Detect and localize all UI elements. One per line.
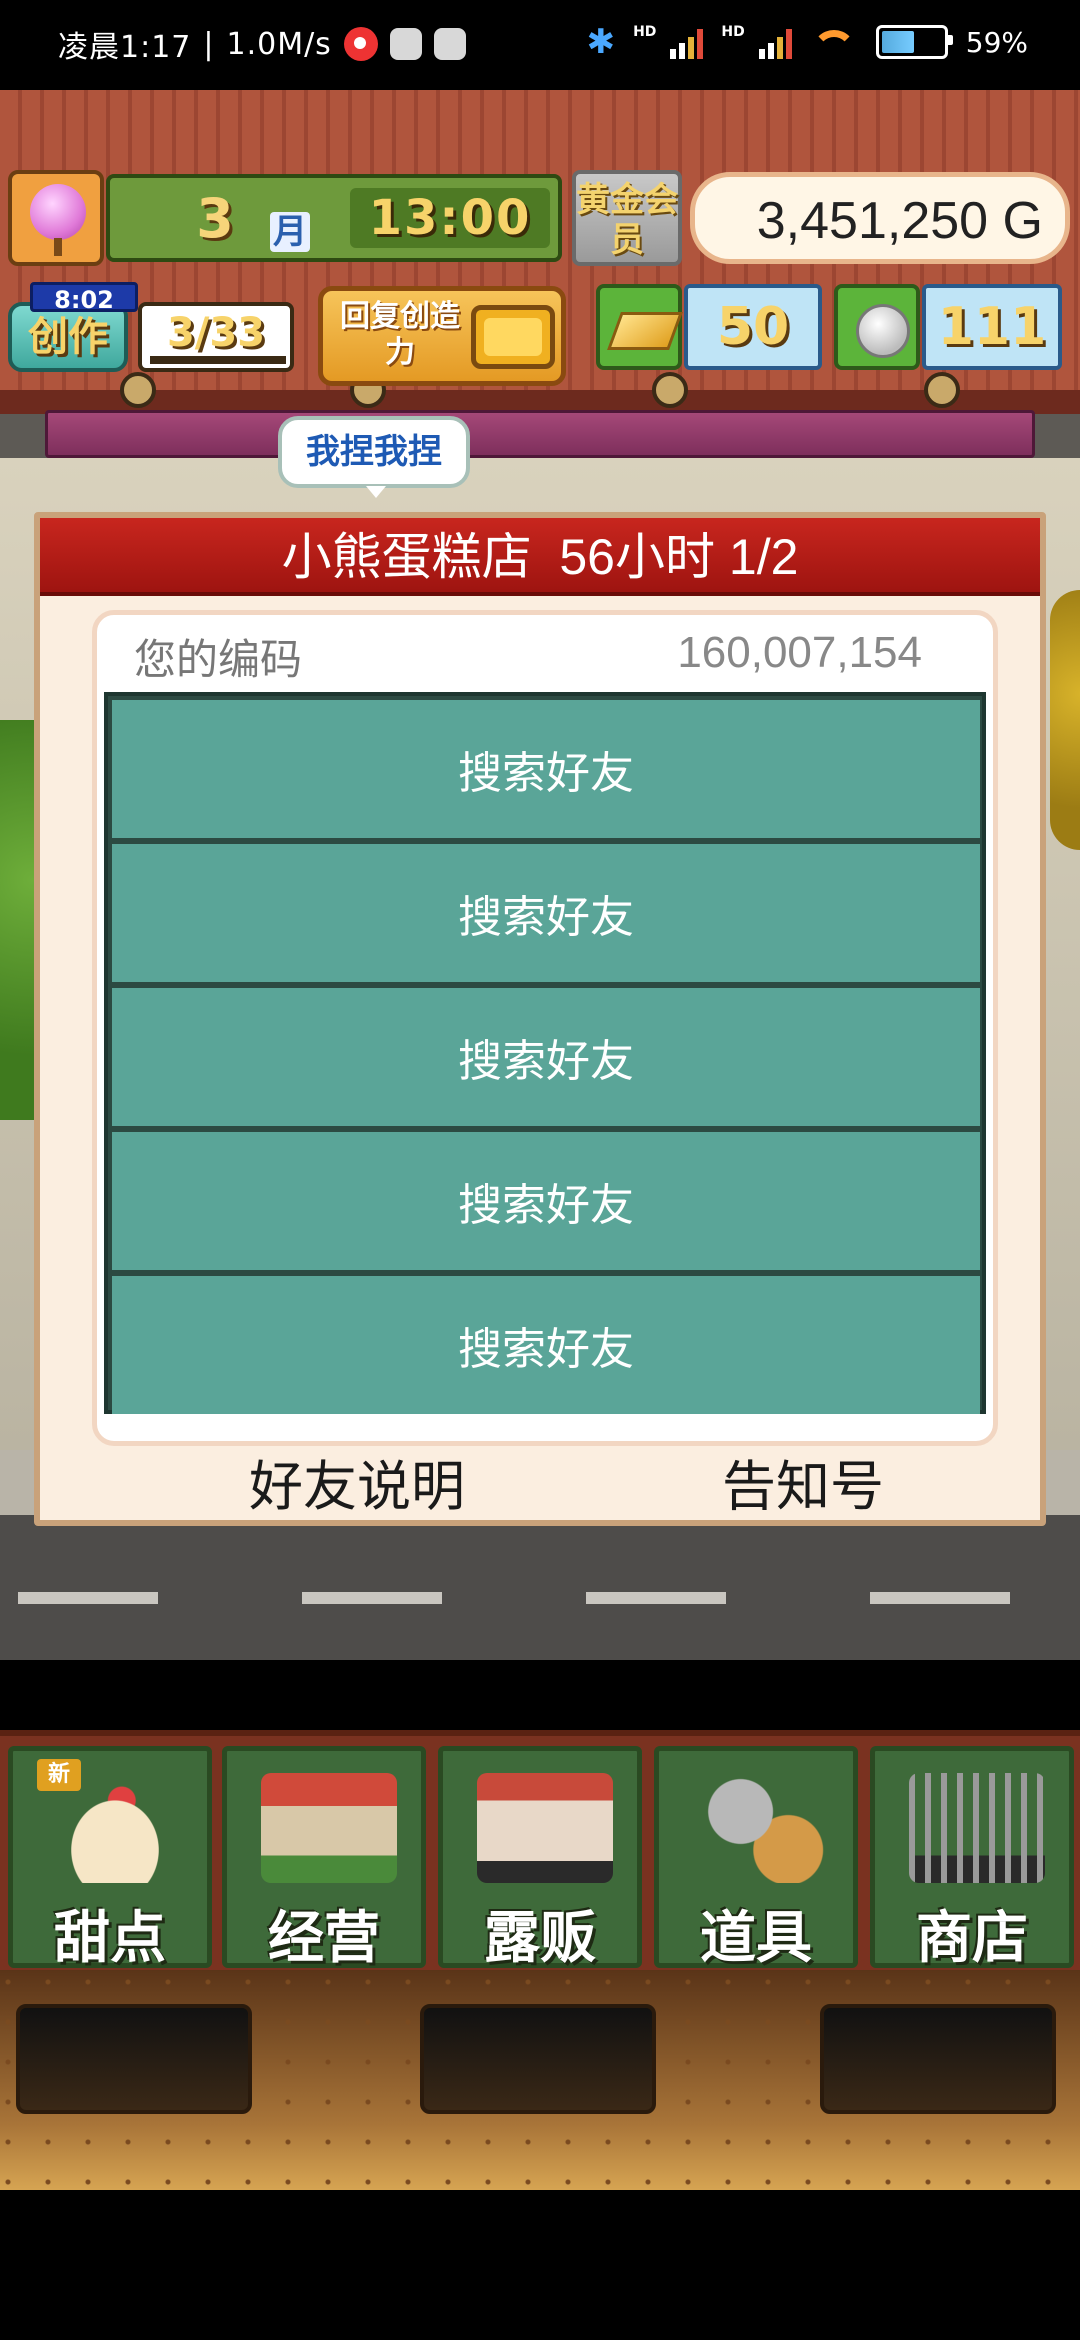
search-friend-label: 搜索好友 (458, 1180, 634, 1231)
gold-member-button[interactable]: 黄金会员 (572, 170, 682, 266)
create-timer: 8:02 (30, 282, 138, 314)
app-notification-icon (389, 28, 422, 60)
bluetooth-icon: ✱ (586, 22, 616, 62)
restore-creativity-button[interactable]: 回复创造力 (318, 286, 566, 386)
gold-bar-icon (607, 312, 683, 350)
status-right: ✱ HD HD 59% (587, 22, 1028, 62)
coin-count: 111 (922, 284, 1062, 370)
shop-awning (45, 410, 1035, 458)
lower-wood-panel (0, 1970, 1080, 2190)
road-line (18, 1592, 158, 1604)
avatar-button[interactable] (8, 170, 104, 266)
search-friend-button[interactable]: 搜索好友 (112, 988, 980, 1126)
dialog-header: 小熊蛋糕店 56小时 1/2 (40, 518, 1040, 596)
nav-store[interactable]: 商店 (870, 1746, 1074, 1971)
search-friend-button[interactable]: 搜索好友 (112, 1276, 980, 1414)
friend-list: 搜索好友 搜索好友 搜索好友 搜索好友 搜索好友 (104, 692, 986, 1414)
restore-label: 回复创造力 (340, 299, 460, 370)
nav-management[interactable]: 经营 (222, 1746, 426, 1971)
search-friend-button[interactable]: 搜索好友 (112, 844, 980, 982)
empty-slot[interactable] (820, 2004, 1056, 2114)
alarm-icon (343, 27, 378, 61)
gear-and-bag-icon (693, 1773, 829, 1883)
create-count-box: 3/33 (138, 302, 294, 372)
search-friend-button[interactable]: 搜索好友 (112, 700, 980, 838)
user-code-value: 160,007,154 (677, 628, 922, 677)
lamp-icon (120, 372, 156, 408)
search-friend-label: 搜索好友 (458, 1036, 634, 1087)
nav-label: 商店 (916, 1906, 1028, 1971)
signal-icon-1 (670, 25, 704, 59)
lamp-icon (652, 372, 688, 408)
game-clock: 13:00 (350, 188, 550, 248)
nav-items[interactable]: 道具 (654, 1746, 858, 1971)
nav-label: 道具 (700, 1906, 812, 1971)
notice-number-button[interactable]: 告知号 (658, 1442, 948, 1521)
date-time-panel: 3 月 13:00 (106, 174, 562, 262)
app-notification-icon-2 (433, 28, 466, 60)
tree-right (1050, 590, 1080, 850)
status-bar: 凌晨1:17 | 1.0M/s ✱ HD HD 59% (0, 0, 1080, 90)
hd-label-2: HD (721, 24, 745, 40)
silver-coin-icon (856, 304, 910, 358)
lamp-icon (924, 372, 960, 408)
empty-slot[interactable] (16, 2004, 252, 2114)
nav-label: 甜点 (54, 1906, 166, 1971)
nav-stall[interactable]: 露贩 (438, 1746, 642, 1971)
friends-dialog: 小熊蛋糕店 56小时 1/2 您的编码 160,007,154 搜索好友 搜索好… (34, 512, 1046, 1526)
month-label: 月 (270, 212, 310, 252)
battery-icon (875, 25, 953, 59)
search-friend-label: 搜索好友 (458, 1324, 634, 1375)
money-value: 3,451,250 G (756, 192, 1043, 250)
status-time: 凌晨1:17 (58, 30, 192, 65)
road-line (870, 1592, 1010, 1604)
bottom-nav: 新 甜点 经营 露贩 道具 商店 (0, 1730, 1080, 1971)
road-line (586, 1592, 726, 1604)
search-friend-label: 搜索好友 (458, 892, 634, 943)
battery-percent: 59% (965, 25, 1028, 59)
tree-avatar-icon (30, 184, 86, 240)
create-badge[interactable]: 创作 8:02 3/33 (8, 282, 294, 374)
hd-label-1: HD (633, 24, 657, 40)
road (0, 1515, 1080, 1660)
tv-icon (471, 305, 555, 369)
search-friend-button[interactable]: 搜索好友 (112, 1132, 980, 1270)
signal-icon-2 (758, 25, 792, 59)
new-badge: 新 (37, 1759, 81, 1791)
money-display: 3,451,250 G (690, 172, 1070, 264)
coin-button[interactable] (834, 284, 920, 370)
network-speed: 1.0M/s (226, 26, 332, 62)
shopping-cart-icon (909, 1773, 1045, 1883)
month-number: 3 (196, 187, 234, 250)
nav-label: 经营 (268, 1906, 380, 1971)
food-truck-icon (477, 1773, 613, 1883)
create-progress-bar (150, 356, 286, 364)
empty-slot[interactable] (420, 2004, 656, 2114)
friend-help-button[interactable]: 好友说明 (212, 1442, 502, 1521)
user-code-label: 您的编码 (134, 635, 303, 684)
gold-bar-count: 50 (684, 284, 822, 370)
gold-bar-button[interactable] (596, 284, 683, 370)
create-count: 3/33 (166, 310, 266, 356)
road-line (302, 1592, 442, 1604)
search-friend-label: 搜索好友 (458, 748, 634, 799)
wifi-icon (810, 24, 858, 60)
nav-label: 露贩 (484, 1906, 596, 1971)
speech-bubble[interactable]: 我捏我捏 (278, 416, 470, 498)
dialog-title: 小熊蛋糕店 56小时 1/2 (281, 529, 799, 585)
status-left: 凌晨1:17 | 1.0M/s (58, 22, 466, 66)
nav-dessert[interactable]: 新 甜点 (8, 1746, 212, 1971)
shop-building-icon (261, 1773, 397, 1883)
